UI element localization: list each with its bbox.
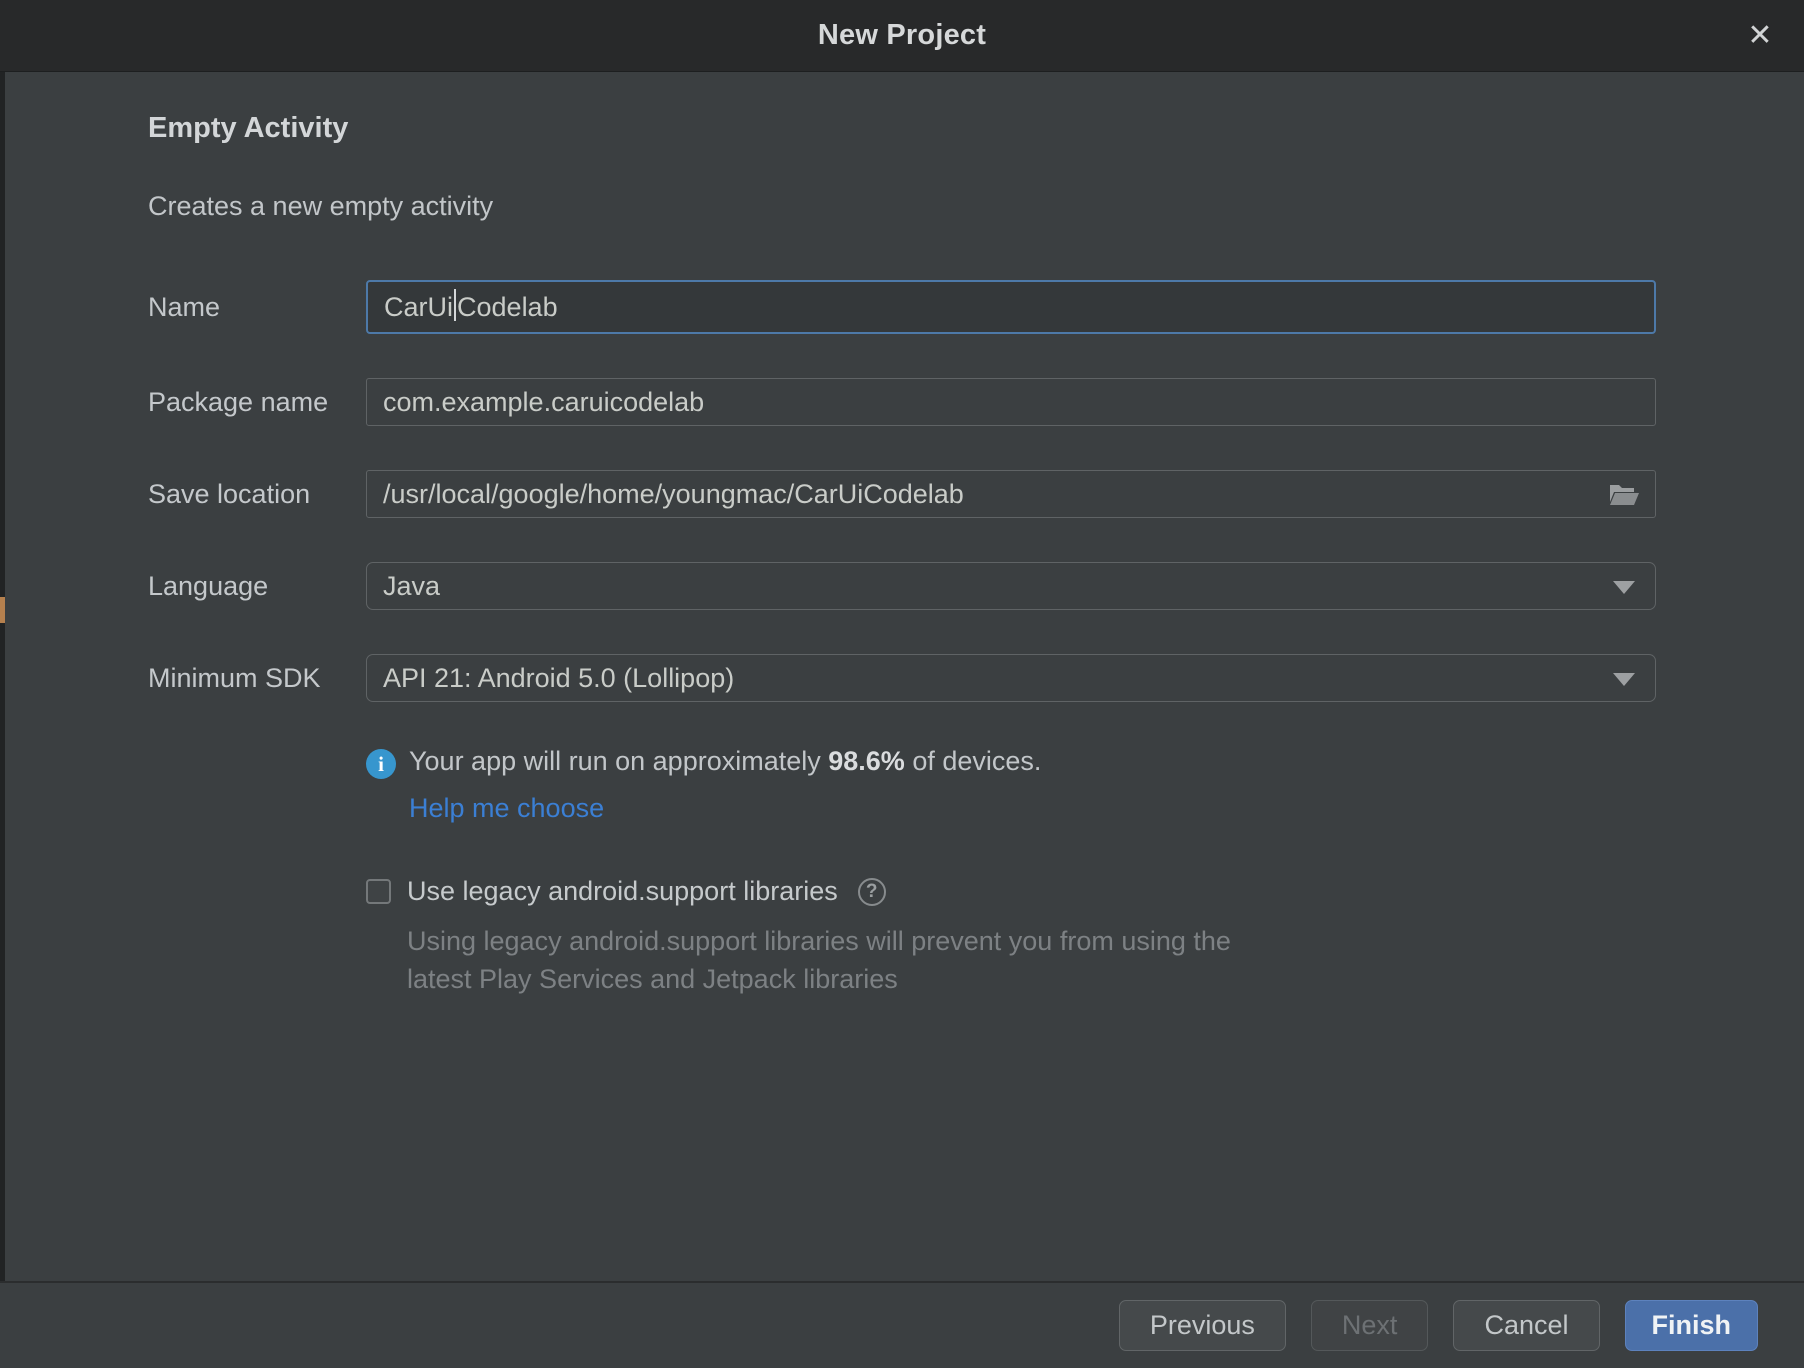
help-me-choose-link[interactable]: Help me choose bbox=[409, 793, 604, 824]
package-name-label: Package name bbox=[148, 387, 366, 418]
sdk-info-prefix: Your app will run on approximately bbox=[409, 746, 828, 776]
new-project-dialog: New Project ✕ Empty Activity Creates a n… bbox=[0, 0, 1804, 1368]
page-title: Empty Activity bbox=[148, 112, 1804, 145]
package-name-input[interactable]: com.example.caruicodelab bbox=[366, 378, 1656, 426]
text-caret bbox=[454, 289, 456, 321]
save-location-input[interactable]: /usr/local/google/home/youngmac/CarUiCod… bbox=[366, 470, 1656, 518]
name-value-after-caret: Codelab bbox=[457, 292, 558, 323]
name-label: Name bbox=[148, 292, 366, 323]
close-icon[interactable]: ✕ bbox=[1738, 14, 1782, 58]
next-button: Next bbox=[1311, 1300, 1429, 1351]
dialog-titlebar: New Project ✕ bbox=[0, 0, 1804, 72]
sdk-info-text: Your app will run on approximately 98.6%… bbox=[409, 746, 1041, 777]
dialog-footer: Previous Next Cancel Finish bbox=[0, 1281, 1804, 1368]
minimum-sdk-label: Minimum SDK bbox=[148, 663, 366, 694]
previous-button[interactable]: Previous bbox=[1119, 1300, 1286, 1351]
sdk-info-suffix: of devices. bbox=[905, 746, 1042, 776]
page-subtitle: Creates a new empty activity bbox=[148, 191, 1804, 222]
save-location-value: /usr/local/google/home/youngmac/CarUiCod… bbox=[383, 479, 964, 510]
minimum-sdk-row: Minimum SDK API 21: Android 5.0 (Lollipo… bbox=[148, 654, 1804, 702]
language-value: Java bbox=[383, 571, 440, 602]
legacy-checkbox-row: Use legacy android.support libraries ? bbox=[366, 876, 1804, 907]
chevron-down-icon bbox=[1613, 673, 1635, 686]
legacy-checkbox-label[interactable]: Use legacy android.support libraries bbox=[407, 876, 838, 907]
open-folder-icon bbox=[1608, 480, 1640, 508]
save-location-row: Save location /usr/local/google/home/you… bbox=[148, 470, 1804, 518]
name-value-before-caret: CarUi bbox=[384, 292, 453, 323]
language-label: Language bbox=[148, 571, 366, 602]
name-row: Name CarUiCodelab bbox=[148, 280, 1804, 334]
save-location-label: Save location bbox=[148, 479, 366, 510]
dialog-title: New Project bbox=[818, 19, 986, 52]
legacy-block: Use legacy android.support libraries ? U… bbox=[366, 876, 1804, 999]
legacy-libraries-checkbox[interactable] bbox=[366, 879, 391, 904]
folder-browse-icon[interactable] bbox=[1607, 479, 1641, 509]
sdk-info-block: i Your app will run on approximately 98.… bbox=[366, 746, 1804, 824]
legacy-hint-text: Using legacy android.support libraries w… bbox=[407, 923, 1257, 999]
minimum-sdk-dropdown[interactable]: API 21: Android 5.0 (Lollipop) bbox=[366, 654, 1656, 702]
info-icon: i bbox=[366, 749, 396, 779]
language-row: Language Java bbox=[148, 562, 1804, 610]
name-input[interactable]: CarUiCodelab bbox=[366, 280, 1656, 334]
package-name-row: Package name com.example.caruicodelab bbox=[148, 378, 1804, 426]
finish-button[interactable]: Finish bbox=[1625, 1300, 1759, 1351]
language-dropdown[interactable]: Java bbox=[366, 562, 1656, 610]
chevron-down-icon bbox=[1613, 581, 1635, 594]
package-name-value: com.example.caruicodelab bbox=[383, 387, 704, 418]
sdk-info-percentage: 98.6% bbox=[828, 746, 905, 776]
sdk-info-line: i Your app will run on approximately 98.… bbox=[366, 746, 1804, 779]
help-question-icon[interactable]: ? bbox=[858, 878, 886, 906]
minimum-sdk-value: API 21: Android 5.0 (Lollipop) bbox=[383, 663, 734, 694]
dialog-content: Empty Activity Creates a new empty activ… bbox=[0, 72, 1804, 1281]
cancel-button[interactable]: Cancel bbox=[1453, 1300, 1599, 1351]
